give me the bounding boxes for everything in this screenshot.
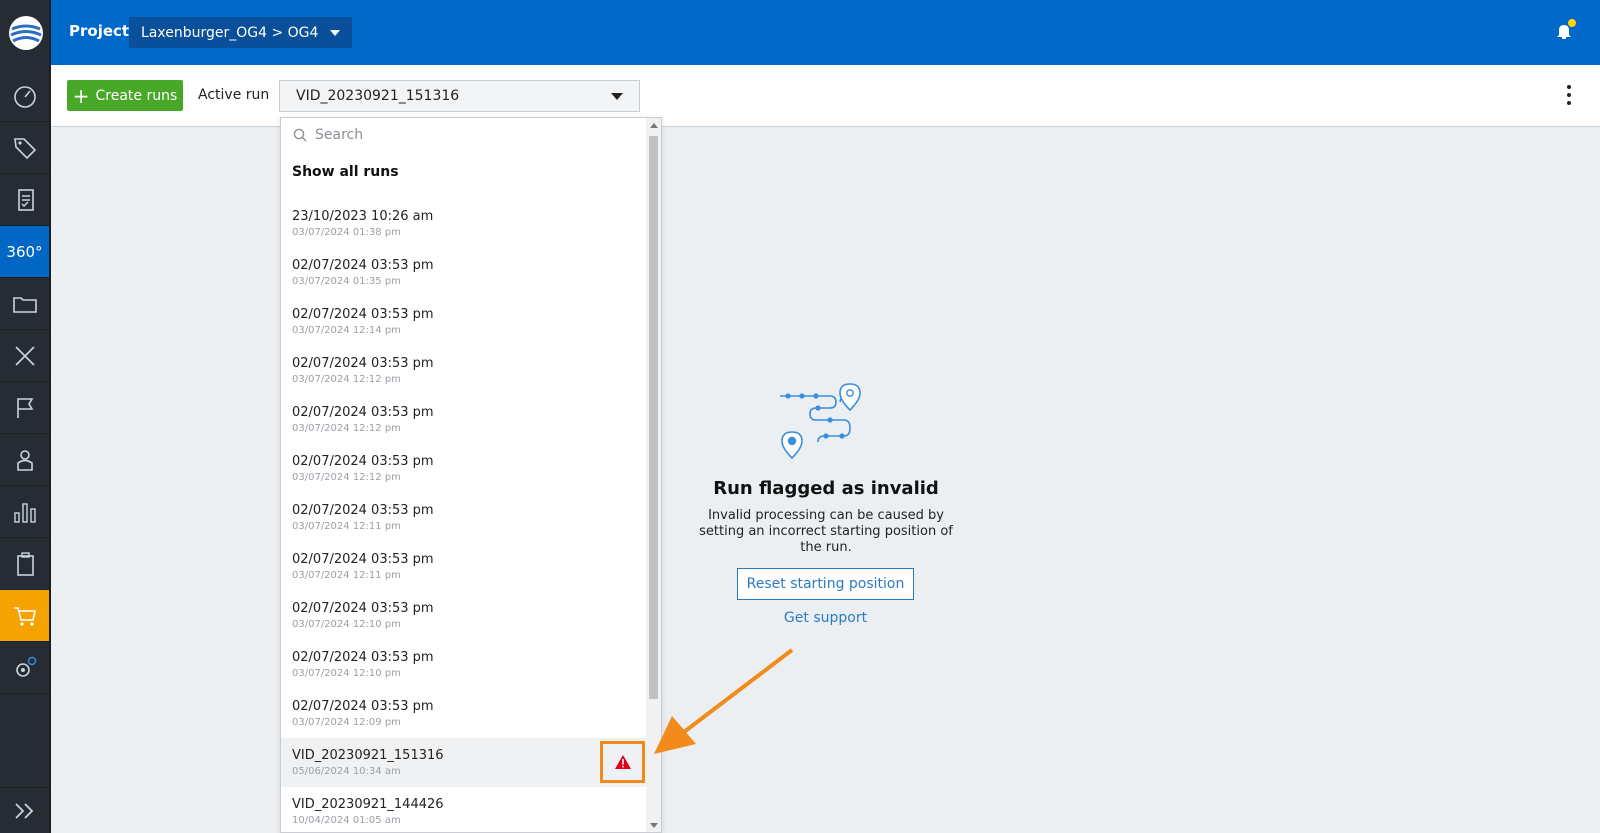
show-all-runs-option[interactable]: Show all runs (292, 164, 399, 180)
run-item-title: 02/07/2024 03:53 pm (292, 552, 434, 567)
run-list-item[interactable]: 02/07/2024 03:53 pm 03/07/2024 12:12 pm (281, 346, 647, 395)
run-list-item[interactable]: VID_20230921_144426 10/04/2024 01:05 am (281, 787, 647, 832)
bar-chart-icon (13, 502, 36, 523)
chevron-down-icon (611, 93, 623, 100)
sidebar-item-measure[interactable] (0, 330, 49, 382)
folder-icon (12, 296, 37, 313)
run-item-subtitle: 03/07/2024 12:11 pm (292, 570, 401, 581)
sidebar-item-files[interactable] (0, 278, 49, 330)
logo-icon (8, 15, 43, 50)
notification-dot (1568, 19, 1576, 27)
run-item-subtitle: 03/07/2024 12:09 pm (292, 717, 401, 728)
run-item-title: 02/07/2024 03:53 pm (292, 503, 434, 518)
active-run-value: VID_20230921_151316 (296, 88, 460, 104)
empty-state-title: Run flagged as invalid (713, 478, 939, 499)
run-item-title: 02/07/2024 03:53 pm (292, 454, 434, 469)
scroll-up-icon[interactable] (650, 123, 658, 128)
create-runs-button[interactable]: + Create runs (67, 80, 183, 111)
run-list-item[interactable]: 02/07/2024 03:53 pm 03/07/2024 12:12 pm (281, 444, 647, 493)
plus-icon: + (72, 83, 90, 108)
flag-icon (16, 397, 33, 418)
scrollbar-thumb[interactable] (649, 136, 658, 699)
annotation-arrow-icon (654, 648, 794, 754)
run-item-subtitle: 03/07/2024 12:12 pm (292, 423, 401, 434)
search-icon (293, 128, 307, 142)
run-list-item[interactable]: 02/07/2024 03:53 pm 03/07/2024 01:35 pm (281, 248, 647, 297)
run-item-title: 02/07/2024 03:53 pm (292, 258, 434, 273)
sidebar-item-tags[interactable] (0, 122, 49, 174)
sidebar-item-users[interactable] (0, 434, 49, 486)
run-list-item-selected[interactable]: VID_20230921_151316 05/06/2024 10:34 am (281, 738, 647, 787)
run-item-title: 02/07/2024 03:53 pm (292, 307, 434, 322)
ruler-pencil-icon (14, 345, 35, 366)
project-selector-value: Laxenburger_OG4 > OG4 (141, 24, 319, 41)
double-chevron-right-icon (14, 802, 33, 819)
run-item-subtitle: 10/04/2024 01:05 am (292, 815, 401, 826)
run-list-item[interactable]: 02/07/2024 03:53 pm 03/07/2024 12:10 pm (281, 640, 647, 689)
run-list-item[interactable]: 23/10/2023 10:26 am 03/07/2024 01:38 pm (281, 199, 647, 248)
run-list-item[interactable]: 02/07/2024 03:53 pm 03/07/2024 12:11 pm (281, 542, 647, 591)
sidebar-item-360[interactable]: 360° (0, 226, 49, 278)
sidebar-item-settings[interactable] (0, 642, 49, 694)
person-icon (16, 449, 33, 471)
run-item-title: 02/07/2024 03:53 pm (292, 356, 434, 371)
more-options-icon[interactable] (1566, 85, 1572, 105)
run-item-title: 23/10/2023 10:26 am (292, 209, 434, 224)
chevron-down-icon (330, 30, 340, 36)
sidebar-item-tasks[interactable] (0, 538, 49, 590)
run-item-title: VID_20230921_151316 (292, 748, 444, 763)
project-label: Project (69, 22, 130, 40)
route-pins-icon (780, 383, 861, 460)
get-support-link[interactable]: Get support (737, 610, 914, 626)
app-logo[interactable] (0, 0, 51, 65)
run-item-subtitle: 03/07/2024 12:14 pm (292, 325, 401, 336)
scroll-down-icon[interactable] (650, 823, 658, 828)
sidebar-item-checklist[interactable] (0, 174, 49, 226)
run-dropdown: Search Show all runs 23/10/2023 10:26 am… (280, 117, 662, 833)
gauge-icon (13, 85, 36, 108)
project-selector[interactable]: Laxenburger_OG4 > OG4 (129, 17, 352, 48)
run-item-subtitle: 03/07/2024 01:35 pm (292, 276, 401, 287)
run-search-input[interactable]: Search (281, 118, 647, 152)
run-item-subtitle: 03/07/2024 12:10 pm (292, 619, 401, 630)
sidebar: 360° (0, 0, 51, 833)
run-item-title: 02/07/2024 03:53 pm (292, 699, 434, 714)
run-list-item[interactable]: 02/07/2024 03:53 pm 03/07/2024 12:10 pm (281, 591, 647, 640)
run-item-title: VID_20230921_144426 (292, 797, 444, 812)
run-item-subtitle: 03/07/2024 12:11 pm (292, 521, 401, 532)
warning-triangle-icon[interactable] (614, 754, 632, 770)
run-item-subtitle: 03/07/2024 12:10 pm (292, 668, 401, 679)
clipboard-icon (16, 551, 34, 576)
run-item-title: 02/07/2024 03:53 pm (292, 650, 434, 665)
run-list-item[interactable]: 02/07/2024 03:53 pm 03/07/2024 12:14 pm (281, 297, 647, 346)
tag-icon (13, 137, 36, 159)
sidebar-item-dashboard[interactable] (0, 70, 49, 122)
run-item-subtitle: 05/06/2024 10:34 am (292, 766, 401, 777)
cart-icon (13, 606, 36, 626)
top-bar: Project Laxenburger_OG4 > OG4 (51, 0, 1600, 65)
reset-starting-position-button[interactable]: Reset starting position (737, 568, 914, 600)
run-item-subtitle: 03/07/2024 01:38 pm (292, 227, 401, 238)
run-item-subtitle: 03/07/2024 12:12 pm (292, 374, 401, 385)
run-list-item[interactable]: 02/07/2024 03:53 pm 03/07/2024 12:11 pm (281, 493, 647, 542)
run-item-title: 02/07/2024 03:53 pm (292, 405, 434, 420)
settings-icon (15, 656, 36, 677)
empty-state-text: Invalid processing can be caused by sett… (699, 508, 953, 555)
run-item-subtitle: 03/07/2024 12:12 pm (292, 472, 401, 483)
sidebar-expand-button[interactable] (0, 787, 49, 833)
run-list-item[interactable]: 02/07/2024 03:53 pm 03/07/2024 12:12 pm (281, 395, 647, 444)
warning-highlight (600, 741, 645, 783)
sidebar-item-flags[interactable] (0, 382, 49, 434)
360-icon: 360° (6, 242, 43, 261)
active-run-label: Active run (198, 87, 270, 103)
run-item-title: 02/07/2024 03:53 pm (292, 601, 434, 616)
sidebar-item-shop[interactable] (0, 590, 49, 642)
create-runs-label: Create runs (95, 87, 178, 104)
search-placeholder: Search (315, 127, 364, 143)
run-list-item[interactable]: 02/07/2024 03:53 pm 03/07/2024 12:09 pm (281, 689, 647, 738)
sidebar-item-reports[interactable] (0, 486, 49, 538)
checklist-icon (17, 188, 34, 211)
active-run-select[interactable]: VID_20230921_151316 (279, 80, 640, 112)
